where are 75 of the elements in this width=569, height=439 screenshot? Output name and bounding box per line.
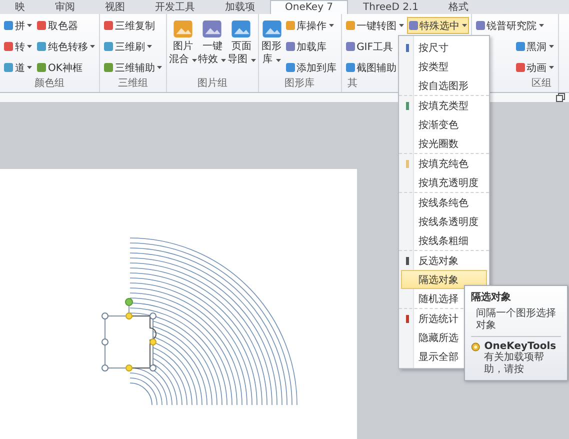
tool-icon bbox=[4, 63, 13, 72]
tool-icon bbox=[172, 18, 194, 40]
tool-icon bbox=[37, 21, 46, 30]
menu-item[interactable]: 按填充纯色 bbox=[400, 154, 487, 173]
tool-icon bbox=[37, 63, 46, 72]
menu-item[interactable]: 按填充类型 bbox=[400, 96, 487, 115]
group-label: 其 bbox=[346, 76, 359, 91]
ribbon-button[interactable]: 锐普研究院 bbox=[474, 17, 556, 34]
restore-icon[interactable] bbox=[556, 93, 565, 102]
menu-item[interactable]: 按线条粗细 bbox=[400, 231, 487, 250]
tool-icon bbox=[286, 21, 295, 30]
tool-icon bbox=[230, 18, 252, 40]
tool-icon bbox=[104, 63, 113, 72]
ribbon-button[interactable]: OK神框 bbox=[35, 59, 97, 76]
tool-icon bbox=[408, 21, 418, 30]
group-label: 颜色组 bbox=[34, 76, 66, 91]
ribbon-tab[interactable]: 映 bbox=[0, 0, 40, 14]
tool-icon bbox=[104, 21, 113, 30]
ribbon-tab[interactable]: 审阅 bbox=[40, 0, 90, 14]
tooltip-description: 间隔一个图形选择对象 bbox=[475, 308, 557, 332]
menu-item[interactable]: 按渐变色 bbox=[400, 115, 487, 134]
ribbon-tab[interactable]: OneKey 7 bbox=[270, 0, 348, 14]
ribbon-button[interactable]: 取色器 bbox=[35, 17, 97, 34]
tool-icon bbox=[37, 42, 46, 51]
group-label: 图形库 bbox=[284, 76, 316, 91]
ribbon-button[interactable]: 黑洞 bbox=[514, 38, 556, 55]
menu-item[interactable]: 按线条纯色 bbox=[400, 193, 487, 212]
menu-item[interactable]: 按自选图形 bbox=[400, 76, 487, 95]
ribbon-tab[interactable]: 开发工具 bbox=[140, 0, 210, 14]
group-label: 三维组 bbox=[117, 76, 149, 91]
tool-icon bbox=[476, 21, 485, 30]
ribbon-button[interactable]: 三维刷 bbox=[102, 38, 164, 55]
tool-icon bbox=[104, 42, 113, 51]
tool-icon bbox=[346, 42, 355, 51]
tool-icon bbox=[4, 21, 13, 30]
tool-icon bbox=[201, 18, 224, 40]
group-label: 图片组 bbox=[196, 76, 228, 91]
gear-icon bbox=[471, 341, 480, 353]
tool-icon bbox=[346, 63, 355, 72]
ribbon-button[interactable]: 拼 bbox=[2, 17, 34, 34]
ribbon-button[interactable]: 添加到库 bbox=[284, 59, 339, 76]
tool-icon bbox=[286, 63, 295, 72]
ribbon-large-button[interactable]: 一键 特效 bbox=[198, 16, 226, 76]
ribbon-tab[interactable]: 加载项 bbox=[210, 0, 270, 14]
tool-icon bbox=[286, 42, 295, 51]
ribbon-button[interactable]: 转 bbox=[2, 38, 34, 55]
ribbon-button[interactable]: 三维复制 bbox=[102, 17, 164, 34]
ribbon-button[interactable]: 道 bbox=[2, 59, 34, 76]
tool-icon bbox=[516, 63, 525, 72]
menu-item[interactable]: 隔选对象 bbox=[400, 270, 487, 289]
tool-icon bbox=[260, 18, 283, 40]
tool-icon bbox=[516, 42, 525, 51]
ribbon-button[interactable]: 三维辅助 bbox=[102, 59, 164, 76]
ribbon-button[interactable]: 特殊选中 bbox=[406, 17, 469, 34]
ribbon-large-button[interactable]: 图片 混合 bbox=[169, 16, 198, 76]
ribbon-button[interactable]: 动画 bbox=[514, 59, 556, 76]
help-text: 有关加载项帮助，请按 bbox=[484, 352, 546, 376]
ribbon-button[interactable]: 一键转图 bbox=[344, 17, 406, 34]
tool-icon bbox=[4, 42, 13, 51]
ribbon-button[interactable]: 纯色转移 bbox=[35, 38, 97, 55]
group-label: 区组 bbox=[530, 77, 553, 91]
menu-item[interactable]: 反选对象 bbox=[400, 251, 487, 270]
ribbon-button[interactable]: 加载库 bbox=[284, 38, 339, 55]
ribbon-tab[interactable]: 格式 bbox=[433, 0, 484, 14]
ribbon-large-button[interactable]: 图形 库 bbox=[260, 16, 283, 76]
ribbon-button[interactable]: 库操作 bbox=[284, 17, 339, 34]
tooltip-title: 隔选对象 bbox=[471, 290, 512, 304]
menu-item[interactable]: 按光圈数 bbox=[400, 134, 487, 153]
menu-item[interactable]: 按填充透明度 bbox=[400, 173, 487, 192]
tool-icon bbox=[346, 21, 355, 30]
addin-name: OneKeyTools bbox=[484, 341, 558, 352]
ribbon-tab[interactable]: ThreeD 2.1 bbox=[348, 0, 434, 14]
ribbon-large-button[interactable]: 页面 导图 bbox=[227, 16, 256, 76]
ribbon-tab[interactable]: 视图 bbox=[90, 0, 140, 14]
menu-item[interactable]: 按线条透明度 bbox=[400, 212, 487, 231]
